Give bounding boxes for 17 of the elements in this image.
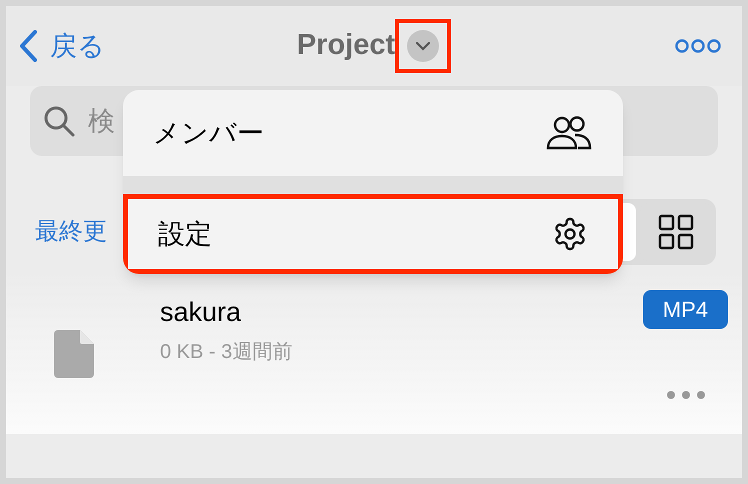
file-meta: 0 KB - 3週間前	[160, 340, 292, 364]
menu-item[interactable]: 設定	[123, 194, 623, 274]
search-icon	[42, 104, 76, 138]
file-type-tag: MP4	[642, 290, 728, 329]
title-menu-button[interactable]	[395, 19, 452, 73]
chevron-down-icon	[406, 29, 440, 63]
window-title: Project	[296, 28, 396, 64]
sort-label[interactable]: 最終更	[35, 214, 107, 250]
menu-item[interactable]: メンバー	[123, 90, 623, 176]
back-button[interactable]: 戻る	[18, 26, 218, 66]
grid-icon	[658, 214, 694, 250]
back-chevron-icon	[18, 29, 38, 63]
file-icon	[54, 330, 94, 378]
people-icon	[545, 115, 593, 151]
more-icon[interactable]	[666, 390, 706, 400]
file-name: sakura	[160, 296, 242, 329]
more-icon[interactable]	[674, 38, 722, 54]
